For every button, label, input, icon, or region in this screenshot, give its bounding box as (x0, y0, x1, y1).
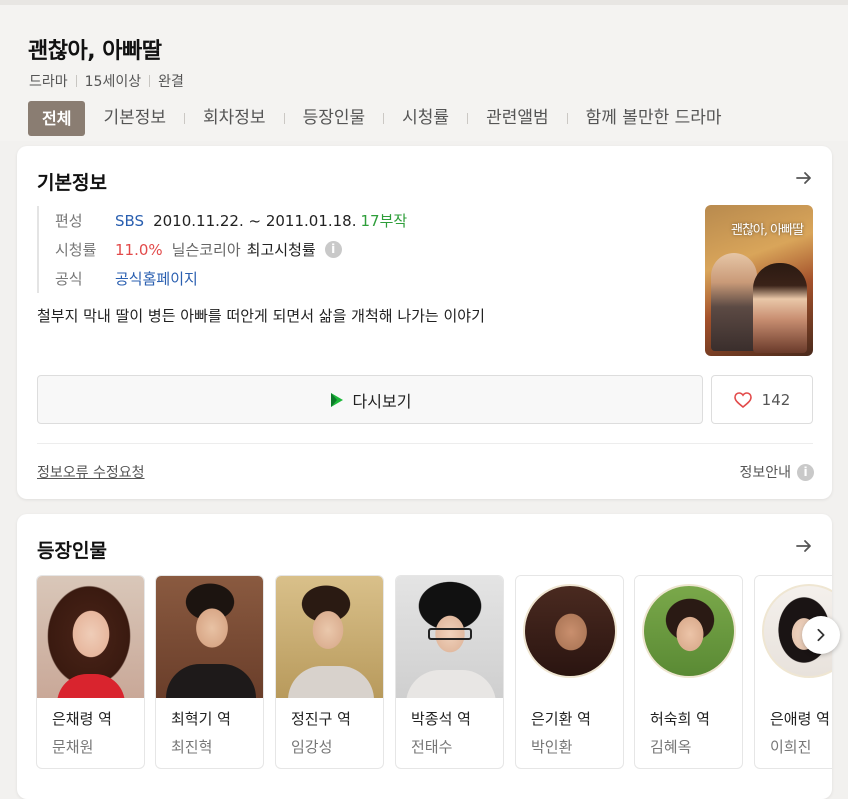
cast-actor: 최진혁 (171, 738, 213, 756)
cast-role: 정진구 역 (291, 710, 351, 728)
meta-age-rating: 15세이상 (84, 74, 142, 90)
meta-info: 드라마 15세이상 완결 (29, 71, 184, 91)
header: 괜찮아, 아빠딸 드라마 15세이상 완결 전체 기본정보 회차정보 등장인물 … (0, 5, 848, 141)
tab-separator (283, 113, 285, 124)
cast-item[interactable]: 박종석 역 전태수 (395, 575, 504, 769)
cast-role: 은애령 역 (770, 710, 830, 728)
cast-role: 허숙희 역 (650, 710, 710, 728)
official-label: 공식 (55, 270, 83, 288)
info-row-rating: 시청률 11.0% 닐슨코리아 최고시청률 i (55, 235, 407, 264)
tab-bar: 전체 기본정보 회차정보 등장인물 시청률 관련앨범 함께 볼만한 드라마 (28, 101, 732, 136)
meta-genre: 드라마 (29, 74, 68, 90)
rating-source: 닐슨코리아 (171, 241, 241, 259)
arrow-right-icon[interactable] (794, 168, 814, 188)
cast-photo-frame (523, 584, 617, 678)
meta-status: 완결 (158, 74, 184, 90)
divider (37, 443, 813, 444)
info-row-official: 공식 공식홈페이지 (55, 264, 407, 293)
poster-title-art: 괜찮아, 아빠딸 (731, 223, 804, 238)
cast-photo (37, 576, 144, 698)
cast-title: 등장인물 (37, 540, 107, 562)
tab-episodes[interactable]: 회차정보 (193, 101, 276, 136)
info-guide-label: 정보안내 (739, 465, 791, 481)
play-icon (330, 392, 343, 407)
cast-item[interactable]: 정진구 역 임강성 (275, 575, 384, 769)
poster-figure (753, 263, 807, 353)
cast-photo (156, 576, 263, 698)
broadcast-label: 편성 (55, 212, 83, 230)
cast-role: 은기환 역 (531, 710, 591, 728)
rating-label: 시청률 (55, 241, 97, 259)
heart-icon (733, 391, 752, 408)
cast-role: 박종석 역 (411, 710, 471, 728)
cast-photo-frame (642, 584, 736, 678)
tab-basic-info[interactable]: 기본정보 (93, 101, 176, 136)
tab-all[interactable]: 전체 (28, 101, 86, 136)
basic-info-title: 기본정보 (37, 172, 107, 194)
cast-photo (276, 576, 383, 698)
tab-recommended[interactable]: 함께 볼만한 드라마 (576, 101, 732, 136)
info-icon: i (797, 463, 814, 481)
info-list: 편성 SBS 2010.11.22. ~ 2011.01.18. 17부작 시청… (37, 206, 407, 293)
tab-separator (566, 113, 568, 124)
page: 괜찮아, 아빠딸 드라마 15세이상 완결 전체 기본정보 회차정보 등장인물 … (0, 0, 848, 799)
cast-actor: 이희진 (770, 738, 812, 756)
cast-actor: 전태수 (411, 738, 453, 756)
tab-albums[interactable]: 관련앨범 (476, 101, 559, 136)
like-button[interactable]: 142 (711, 375, 813, 424)
cast-list: 은채령 역 문채원 최혁기 역 최진혁 정진구 역 임강성 박종석 역 전태수 … (36, 575, 832, 769)
cast-item[interactable]: 은애령 역 이희진 (754, 575, 832, 769)
arrow-right-icon[interactable] (794, 536, 814, 556)
tab-cast[interactable]: 등장인물 (293, 101, 376, 136)
cast-actor: 김혜옥 (650, 738, 692, 756)
cast-card: 등장인물 은채령 역 문채원 최혁기 역 최진혁 정진구 역 임강성 박종석 역… (17, 514, 840, 799)
cast-photo (396, 576, 503, 698)
drama-poster[interactable]: 괜찮아, 아빠딸 (705, 205, 813, 356)
broadcaster-link[interactable]: SBS (115, 212, 144, 230)
poster-figure (711, 253, 757, 351)
episode-count: 17부작 (360, 212, 408, 230)
info-guide-link[interactable]: 정보안내 i (739, 462, 814, 482)
synopsis: 철부지 막내 딸이 병든 아빠를 떠안게 되면서 삶을 개척해 나가는 이야기 (37, 307, 485, 325)
meta-separator (75, 75, 77, 87)
cast-role: 은채령 역 (52, 710, 112, 728)
broadcast-period: 2010.11.22. ~ 2011.01.18. (153, 211, 357, 230)
cast-next-button[interactable] (802, 616, 840, 654)
error-report-link[interactable]: 정보오류 수정요청 (37, 462, 145, 482)
tab-ratings[interactable]: 시청률 (392, 101, 459, 136)
cast-actor: 박인환 (531, 738, 573, 756)
cast-item[interactable]: 은기환 역 박인환 (515, 575, 624, 769)
official-homepage-link[interactable]: 공식홈페이지 (115, 268, 198, 289)
cast-actor: 임강성 (291, 738, 333, 756)
meta-separator (149, 75, 151, 87)
chevron-right-icon (817, 628, 825, 642)
tab-separator (184, 113, 186, 124)
tab-separator (383, 113, 385, 124)
cast-photo (635, 576, 742, 698)
replay-label: 다시보기 (352, 391, 412, 411)
cast-photo (516, 576, 623, 698)
cast-role: 최혁기 역 (171, 710, 231, 728)
page-title: 괜찮아, 아빠딸 (28, 39, 162, 64)
like-count: 142 (761, 390, 791, 409)
replay-button[interactable]: 다시보기 (37, 375, 703, 424)
tab-separator (467, 113, 469, 124)
cast-item[interactable]: 허숙희 역 김혜옥 (634, 575, 743, 769)
cast-item[interactable]: 최혁기 역 최진혁 (155, 575, 264, 769)
cast-item[interactable]: 은채령 역 문채원 (36, 575, 145, 769)
rating-type: 최고시청률 (246, 241, 316, 259)
rating-value: 11.0% (115, 240, 163, 259)
basic-info-card: 기본정보 편성 SBS 2010.11.22. ~ 2011.01.18. 17… (17, 146, 832, 499)
info-row-broadcast: 편성 SBS 2010.11.22. ~ 2011.01.18. 17부작 (55, 206, 407, 235)
cast-actor: 문채원 (52, 738, 94, 756)
info-icon[interactable]: i (324, 241, 342, 258)
